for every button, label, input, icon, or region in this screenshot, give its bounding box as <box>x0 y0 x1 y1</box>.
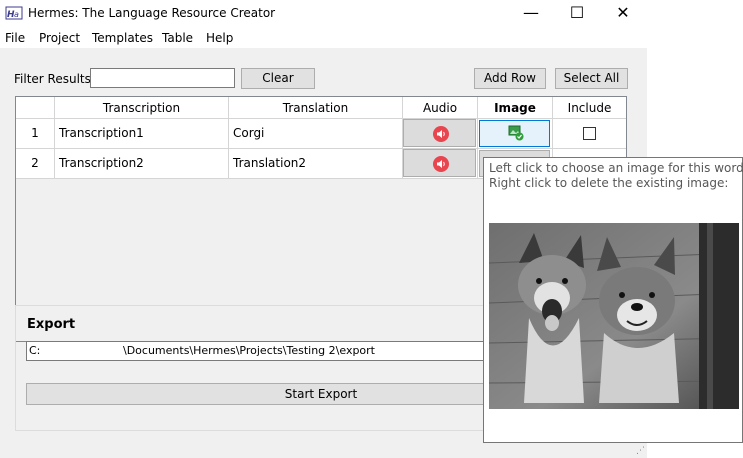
include-checkbox[interactable] <box>583 127 596 140</box>
translation-header[interactable]: Translation <box>229 97 403 119</box>
corgi-preview-image <box>489 223 739 409</box>
translation-cell[interactable]: Corgi <box>229 119 403 149</box>
menu-project[interactable]: Project <box>39 31 80 45</box>
speaker-icon <box>433 156 449 172</box>
menu-templates[interactable]: Templates <box>92 31 153 45</box>
menu-bar: File Project Templates Table Help <box>0 30 647 48</box>
export-path-folder: \Documents\Hermes\Projects\Testing 2\exp… <box>123 344 375 357</box>
filter-input[interactable] <box>90 68 235 88</box>
row-number: 2 <box>16 149 55 179</box>
title-bar: H a Hermes: The Language Resource Creato… <box>0 0 743 28</box>
row-number: 1 <box>16 119 55 149</box>
transcription-header[interactable]: Transcription <box>55 97 229 119</box>
minimize-button[interactable]: — <box>508 0 554 28</box>
image-cell <box>478 119 553 149</box>
transcription-cell[interactable]: Transcription2 <box>55 149 229 179</box>
add-row-button[interactable]: Add Row <box>474 68 546 89</box>
menu-table[interactable]: Table <box>162 31 193 45</box>
image-header[interactable]: Image <box>478 97 553 119</box>
audio-header[interactable]: Audio <box>403 97 478 119</box>
close-button[interactable]: ✕ <box>600 0 646 28</box>
audio-button[interactable] <box>403 119 476 147</box>
tooltip-left-click-text: Left click to choose an image for this w… <box>489 161 743 175</box>
menu-help[interactable]: Help <box>206 31 233 45</box>
include-header[interactable]: Include <box>553 97 626 119</box>
translation-cell[interactable]: Translation2 <box>229 149 403 179</box>
svg-text:a: a <box>14 10 19 19</box>
select-all-button[interactable]: Select All <box>555 68 628 89</box>
audio-cell <box>403 119 478 149</box>
clear-button[interactable]: Clear <box>241 68 315 89</box>
include-cell <box>553 119 626 149</box>
image-button[interactable] <box>479 120 550 147</box>
menu-file[interactable]: File <box>5 31 25 45</box>
filter-label: Filter Results: <box>14 72 95 86</box>
audio-button[interactable] <box>403 149 476 177</box>
row-number-header <box>16 97 55 119</box>
hermes-app-icon: H a <box>5 6 23 20</box>
speaker-icon <box>433 126 449 142</box>
export-path-drive: C: <box>29 344 41 357</box>
image-set-icon <box>508 125 524 141</box>
audio-cell <box>403 149 478 179</box>
image-tooltip: Left click to choose an image for this w… <box>483 157 743 443</box>
resize-grip-icon[interactable]: ⋰ <box>636 446 645 456</box>
window-title: Hermes: The Language Resource Creator <box>28 6 276 20</box>
tooltip-right-click-text: Right click to delete the existing image… <box>489 176 729 190</box>
maximize-button[interactable]: ☐ <box>554 0 600 28</box>
transcription-cell[interactable]: Transcription1 <box>55 119 229 149</box>
export-label: Export <box>27 317 76 332</box>
